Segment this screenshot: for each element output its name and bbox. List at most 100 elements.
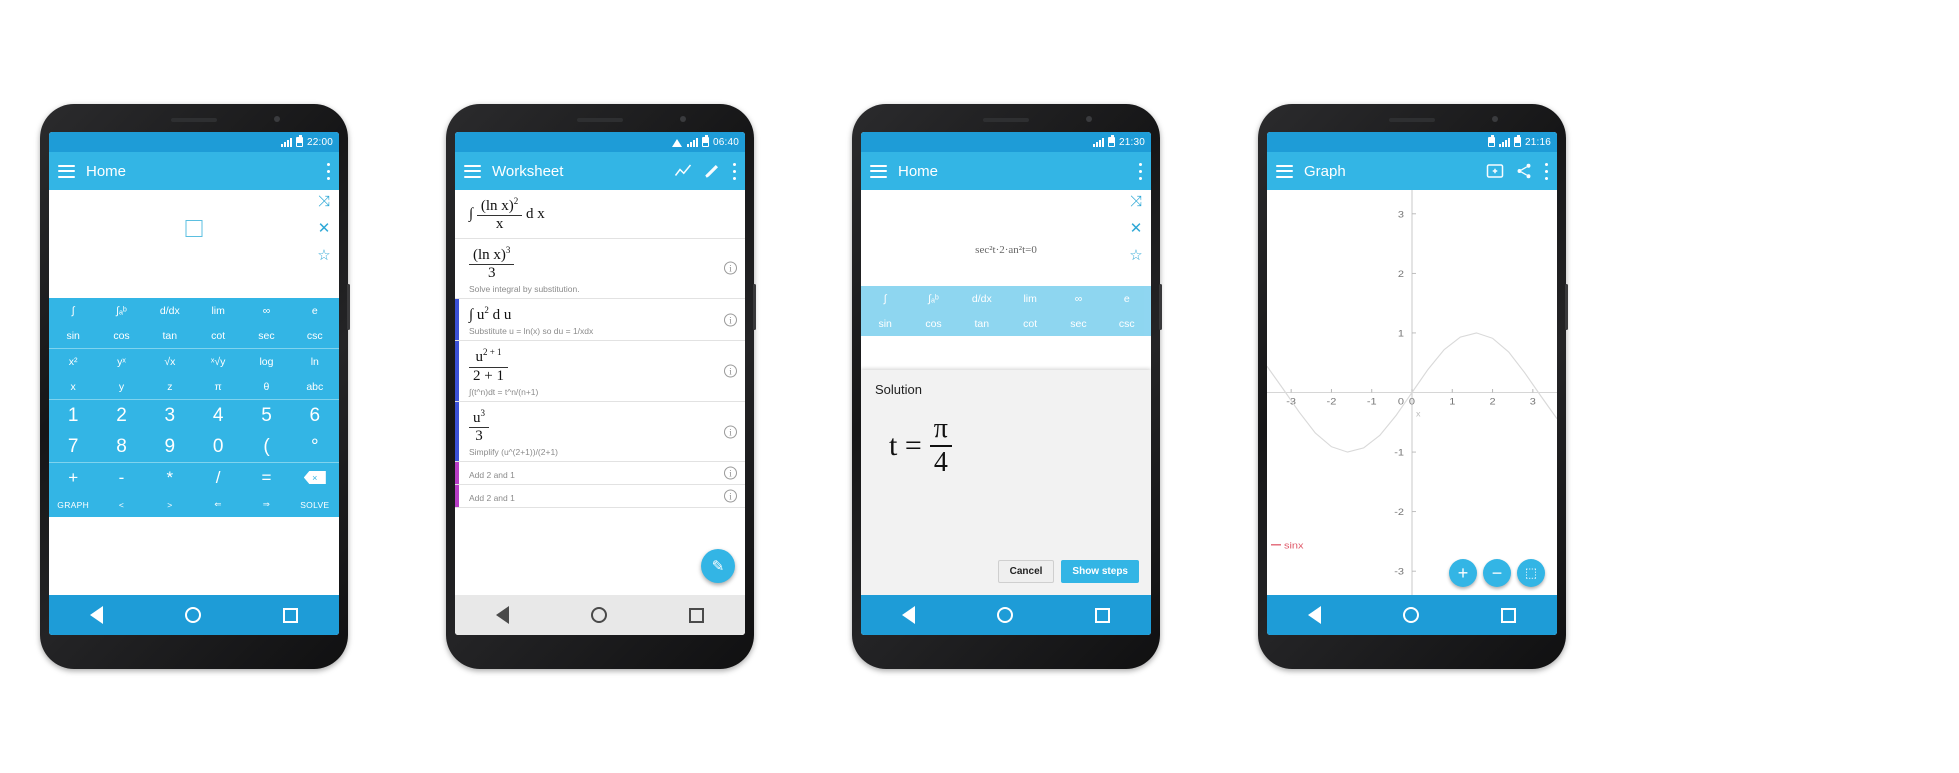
- kebab-icon[interactable]: [326, 162, 330, 180]
- info-icon[interactable]: i: [724, 425, 737, 438]
- key-[interactable]: +: [49, 463, 97, 492]
- nav-home-icon[interactable]: [185, 607, 201, 623]
- key-1[interactable]: 1: [49, 400, 97, 431]
- nav-back-icon[interactable]: [902, 606, 915, 624]
- key-[interactable]: ∞: [242, 298, 290, 323]
- key-log[interactable]: log: [242, 349, 290, 374]
- nav-recents-icon[interactable]: [1095, 607, 1110, 623]
- key-sin[interactable]: sin: [49, 323, 97, 348]
- key-5[interactable]: 5: [242, 400, 290, 431]
- key-[interactable]: ×: [291, 463, 339, 492]
- hamburger-icon[interactable]: [58, 164, 75, 178]
- cancel-button[interactable]: Cancel: [997, 560, 1055, 583]
- info-icon[interactable]: i: [724, 261, 737, 275]
- key-lim[interactable]: lim: [194, 298, 242, 323]
- key-cos[interactable]: cos: [909, 311, 957, 336]
- key-[interactable]: °: [291, 431, 339, 462]
- power-button[interactable]: [347, 284, 350, 330]
- key-4[interactable]: 4: [194, 400, 242, 431]
- graph-canvas[interactable]: -3 -2 -1 0 1 2 3 -3 -2 -1 1 2 3 0 x sinx: [1267, 190, 1557, 595]
- key-x[interactable]: √x: [146, 349, 194, 374]
- key-0[interactable]: 0: [194, 431, 242, 462]
- key-9[interactable]: 9: [146, 431, 194, 462]
- nav-recents-icon[interactable]: [689, 607, 704, 623]
- key-csc[interactable]: csc: [291, 323, 339, 348]
- key-ddx[interactable]: d/dx: [146, 298, 194, 323]
- key-ddx[interactable]: d/dx: [958, 286, 1006, 311]
- key-[interactable]: π: [194, 374, 242, 399]
- key-[interactable]: ∫ₐᵇ: [97, 298, 145, 323]
- worksheet-step[interactable]: u2 + 12 + 1 ∫(t^n)dt = t^n/(n+1) i: [455, 341, 745, 402]
- key-[interactable]: >: [146, 492, 194, 517]
- key-sin[interactable]: sin: [861, 311, 909, 336]
- key-[interactable]: =: [242, 463, 290, 492]
- key-3[interactable]: 3: [146, 400, 194, 431]
- hamburger-icon[interactable]: [464, 164, 481, 178]
- key-6[interactable]: 6: [291, 400, 339, 431]
- key-e[interactable]: e: [291, 298, 339, 323]
- kebab-icon[interactable]: [1544, 162, 1548, 180]
- key-csc[interactable]: csc: [1103, 311, 1151, 336]
- key-SOLVE[interactable]: SOLVE: [291, 492, 339, 517]
- close-icon[interactable]: ✕: [317, 221, 331, 236]
- zoom-out-fab[interactable]: −: [1483, 559, 1511, 587]
- worksheet-step[interactable]: Add 2 and 1 i: [455, 485, 745, 509]
- key-2[interactable]: 2: [97, 400, 145, 431]
- nav-home-icon[interactable]: [997, 607, 1013, 623]
- nav-back-icon[interactable]: [496, 606, 509, 624]
- info-icon[interactable]: i: [724, 313, 737, 327]
- kebab-icon[interactable]: [732, 162, 736, 180]
- pencil-icon[interactable]: [703, 162, 721, 180]
- key-8[interactable]: 8: [97, 431, 145, 462]
- key-[interactable]: ∞: [1054, 286, 1102, 311]
- key-x[interactable]: x²: [49, 349, 97, 374]
- nav-recents-icon[interactable]: [1501, 607, 1516, 623]
- power-button[interactable]: [1565, 284, 1568, 330]
- info-icon[interactable]: i: [724, 364, 737, 378]
- key-[interactable]: -: [97, 463, 145, 492]
- worksheet-step[interactable]: ∫ (ln x)2 x d x: [455, 190, 745, 239]
- key-tan[interactable]: tan: [146, 323, 194, 348]
- key-y[interactable]: ˣ√y: [194, 349, 242, 374]
- key-[interactable]: (: [242, 431, 290, 462]
- star-icon[interactable]: ☆: [317, 248, 331, 263]
- key-cot[interactable]: cot: [1006, 311, 1054, 336]
- key-y[interactable]: yˣ: [97, 349, 145, 374]
- nav-home-icon[interactable]: [1403, 607, 1419, 623]
- chart-icon[interactable]: [674, 162, 692, 180]
- key-[interactable]: *: [146, 463, 194, 492]
- info-icon[interactable]: i: [724, 466, 737, 480]
- key-[interactable]: /: [194, 463, 242, 492]
- fullscreen-fab[interactable]: ⬚: [1517, 559, 1545, 587]
- key-ln[interactable]: ln: [291, 349, 339, 374]
- add-to-screen-icon[interactable]: [1486, 162, 1504, 180]
- expression-input[interactable]: sec²t·2·an²t=0 ⤨ ✕ ☆: [861, 190, 1151, 286]
- hamburger-icon[interactable]: [870, 164, 887, 178]
- nav-back-icon[interactable]: [1308, 606, 1321, 624]
- key-lim[interactable]: lim: [1006, 286, 1054, 311]
- share-icon[interactable]: [1515, 162, 1533, 180]
- power-button[interactable]: [753, 284, 756, 330]
- key-sec[interactable]: sec: [1054, 311, 1102, 336]
- key-[interactable]: ⇒: [242, 492, 290, 517]
- hamburger-icon[interactable]: [1276, 164, 1293, 178]
- nav-back-icon[interactable]: [90, 606, 103, 624]
- worksheet-step[interactable]: (ln x)3 3 Solve integral by substitution. i: [455, 239, 745, 299]
- expression-input[interactable]: ⤨ ✕ ☆: [49, 190, 339, 298]
- key-y[interactable]: y: [97, 374, 145, 399]
- worksheet-steps[interactable]: ∫ (ln x)2 x d x (ln x)3 3 Solve integral by …: [455, 190, 745, 595]
- nav-recents-icon[interactable]: [283, 607, 298, 623]
- shuffle-icon[interactable]: ⤨: [317, 194, 331, 209]
- backspace-icon[interactable]: ×: [303, 471, 326, 484]
- key-[interactable]: θ: [242, 374, 290, 399]
- key-[interactable]: ⇐: [194, 492, 242, 517]
- edit-fab[interactable]: ✎: [701, 549, 735, 583]
- shuffle-icon[interactable]: ⤨: [1129, 194, 1143, 209]
- key-e[interactable]: e: [1103, 286, 1151, 311]
- worksheet-step[interactable]: u3 3 Simplify (u^(2+1))/(2+1) i: [455, 401, 745, 463]
- power-button[interactable]: [1159, 284, 1162, 330]
- zoom-in-fab[interactable]: +: [1449, 559, 1477, 587]
- key-GRAPH[interactable]: GRAPH: [49, 492, 97, 517]
- key-cos[interactable]: cos: [97, 323, 145, 348]
- key-cot[interactable]: cot: [194, 323, 242, 348]
